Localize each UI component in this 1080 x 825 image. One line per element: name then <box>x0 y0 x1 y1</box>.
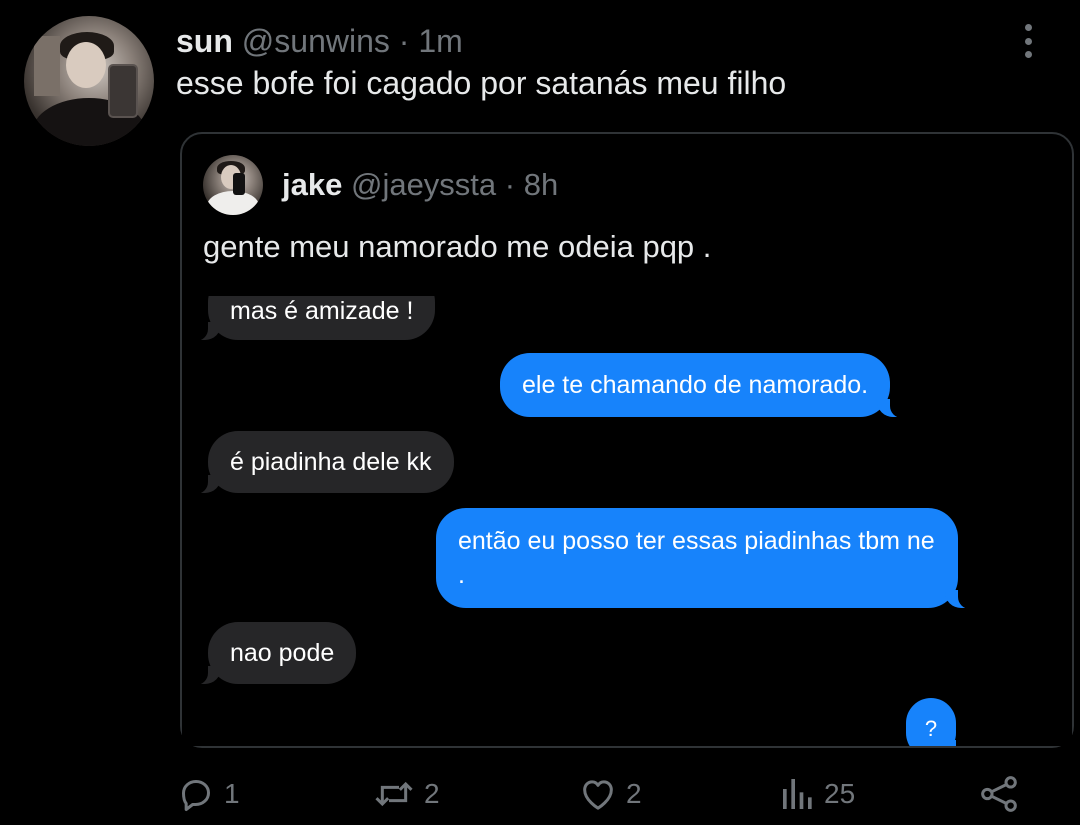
quoted-tweet-time[interactable]: 8h <box>524 167 558 202</box>
quoted-author-name[interactable]: jake <box>282 167 342 202</box>
chat-bubble-outgoing: então eu posso ter essas piadinhas tbm n… <box>436 508 972 609</box>
retweet-count: 2 <box>424 778 440 809</box>
separator-dot: · <box>398 23 410 59</box>
retweet-icon <box>375 781 413 807</box>
tweet-time[interactable]: 1m <box>418 23 462 59</box>
tweet-page: sun @sunwins · 1m esse bofe foi cagado p… <box>0 0 1080 825</box>
quoted-tweet-header: jake @jaeyssta · 8h <box>282 166 558 204</box>
separator-dot: · <box>504 167 516 202</box>
like-button[interactable]: 2 <box>578 772 642 816</box>
views-button[interactable]: 25 <box>780 772 855 816</box>
author-handle[interactable]: @sunwins <box>242 23 390 59</box>
chat-bubble-incoming: mas é amizade ! <box>193 296 436 341</box>
views-count: 25 <box>824 778 856 809</box>
more-icon <box>1024 24 1032 31</box>
retweet-button[interactable]: 2 <box>372 772 440 816</box>
more-options-button[interactable] <box>1008 22 1048 60</box>
share-button[interactable] <box>978 772 1020 816</box>
chat-bubble-outgoing: ele te chamando de namorado. <box>500 353 905 418</box>
quoted-author-handle[interactable]: @jaeyssta <box>351 167 496 202</box>
heart-icon <box>583 780 613 810</box>
tweet-text: esse bofe foi cagado por satanás meu fil… <box>176 65 787 101</box>
views-icon <box>783 779 812 809</box>
chat-screenshot-image[interactable]: mas é amizade ! ele te chamando de namor… <box>182 296 1072 746</box>
share-icon <box>981 776 1017 812</box>
tweet-header: sun @sunwins · 1m <box>176 22 463 60</box>
reply-count: 1 <box>224 778 240 809</box>
reply-button[interactable]: 1 <box>176 772 240 816</box>
like-count: 2 <box>626 778 642 809</box>
action-bar: 1 2 2 25 <box>0 764 1080 824</box>
quoted-author-avatar[interactable] <box>203 155 263 215</box>
chat-bubble-outgoing: ? <box>906 698 970 746</box>
author-name[interactable]: sun <box>176 23 233 59</box>
author-avatar[interactable] <box>24 16 154 146</box>
reply-icon <box>182 780 210 811</box>
quoted-tweet-text: gente meu namorado me odeia pqp . <box>203 229 712 264</box>
chat-bubble-incoming: nao pode <box>193 622 357 685</box>
chat-bubble-incoming: é piadinha dele kk <box>194 431 454 494</box>
